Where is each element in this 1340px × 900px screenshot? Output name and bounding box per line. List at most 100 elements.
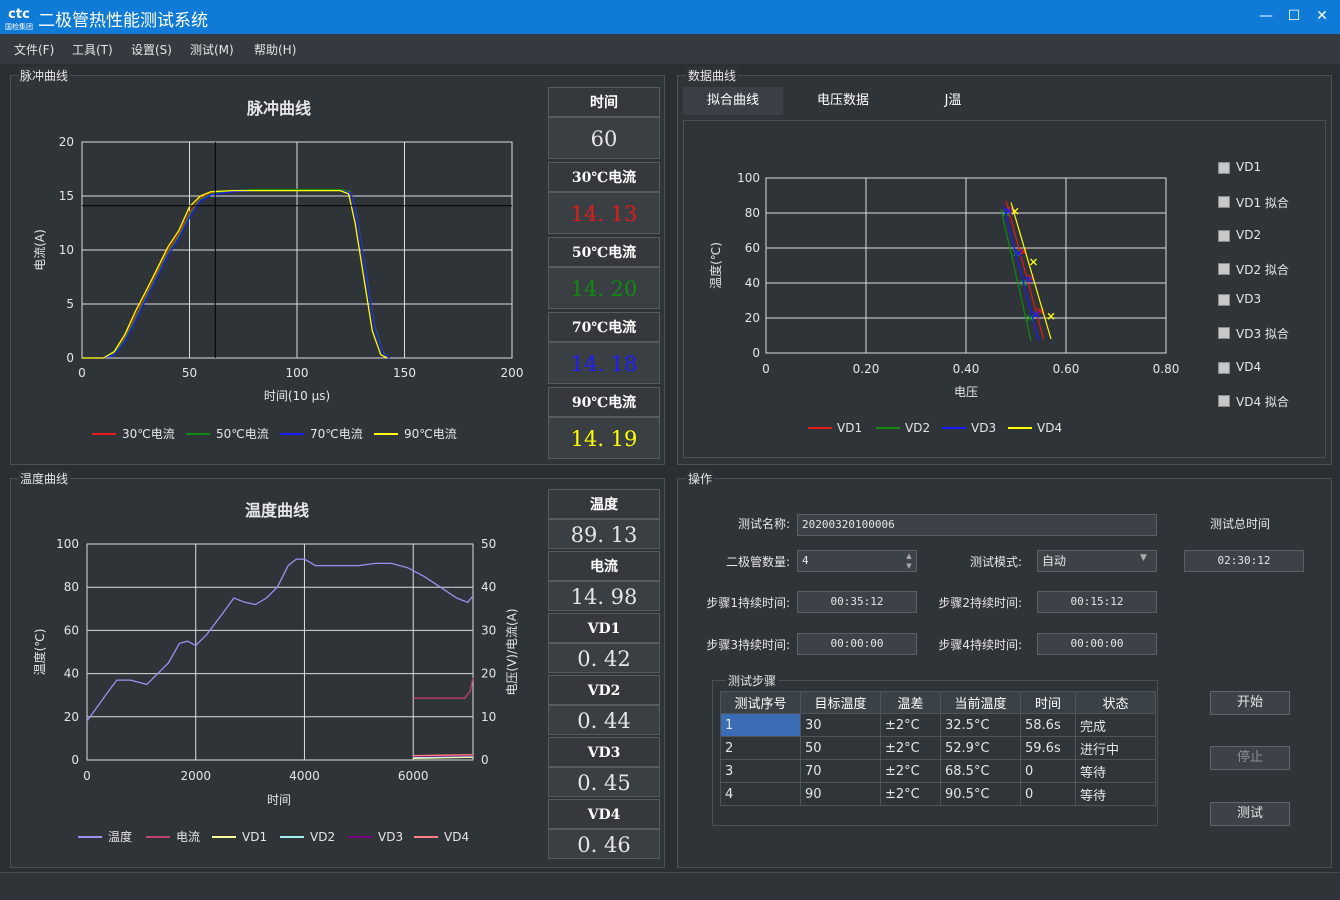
pulse-chart-area: 0 50 100 150 200 0 5 10 15 20 脉冲曲线 时间(10 μs) 电流(A) 30… bbox=[16, 88, 542, 460]
start-button[interactable]: 开始 bbox=[1210, 691, 1290, 715]
checkbox-label[interactable]: VD3 bbox=[1236, 292, 1261, 306]
temperature-group-label: 温度曲线 bbox=[18, 470, 71, 487]
table-cell[interactable]: 52.9°C bbox=[940, 736, 1021, 760]
table-cell[interactable]: 4 bbox=[720, 782, 801, 806]
checkbox-icon[interactable] bbox=[1218, 294, 1230, 306]
table-cell[interactable]: ±2°C bbox=[880, 713, 941, 737]
table-row[interactable]: 2 50 ±2°C 52.9°C 59.6s 进行中 bbox=[720, 736, 1156, 760]
diode-count-spinbox[interactable]: 4 bbox=[797, 550, 917, 572]
test-name-field[interactable]: 20200320100006 bbox=[797, 514, 1157, 536]
table-cell[interactable]: ±2°C bbox=[880, 736, 941, 760]
table-cell[interactable]: 1 bbox=[720, 713, 801, 737]
table-cell[interactable]: 32.5°C bbox=[940, 713, 1021, 737]
x-axis-label: 电压 bbox=[954, 385, 978, 399]
menu-settings[interactable]: 设置(S) bbox=[131, 41, 172, 58]
menu-help[interactable]: 帮助(H) bbox=[254, 41, 296, 58]
svg-text:ctc: ctc bbox=[8, 7, 30, 22]
y-tick-label: 0 bbox=[66, 351, 74, 365]
legend-label: VD1 bbox=[837, 421, 862, 435]
plot-frame bbox=[86, 543, 474, 761]
tab-voltage-data[interactable]: 电压数据 bbox=[793, 87, 893, 115]
table-cell[interactable]: 90.5°C bbox=[940, 782, 1021, 806]
maximize-button[interactable]: ☐ bbox=[1284, 6, 1304, 26]
y2-tick-label: 40 bbox=[481, 580, 496, 594]
column-header[interactable]: 温差 bbox=[880, 691, 941, 714]
pulse-group-label: 脉冲曲线 bbox=[18, 67, 71, 84]
menu-file[interactable]: 文件(F) bbox=[14, 41, 54, 58]
x-tick-label: 6000 bbox=[398, 769, 429, 783]
step2-duration-field[interactable]: 00:15:12 bbox=[1037, 591, 1157, 613]
table-cell[interactable]: 等待 bbox=[1075, 759, 1156, 783]
step1-duration-field[interactable]: 00:35:12 bbox=[797, 591, 917, 613]
checkbox-icon[interactable] bbox=[1218, 162, 1230, 174]
table-cell[interactable]: 58.6s bbox=[1020, 713, 1076, 737]
table-cell[interactable]: 进行中 bbox=[1075, 736, 1156, 760]
column-header[interactable]: 测试序号 bbox=[720, 691, 801, 714]
stop-button[interactable]: 停止 bbox=[1210, 746, 1290, 770]
checkbox-label[interactable]: VD1 拟合 bbox=[1236, 194, 1289, 211]
column-header[interactable]: 时间 bbox=[1020, 691, 1076, 714]
y-axis-label: 电流(A) bbox=[33, 229, 47, 271]
x-axis-label: 时间 bbox=[267, 793, 291, 807]
value-panel-value: 0. 44 bbox=[548, 705, 660, 735]
value-panel-value: 60 bbox=[548, 117, 660, 159]
temperature-chart: 0 2000 4000 6000 0 20 40 60 80 100 0 10 20 30 40 50 温度曲线… bbox=[32, 501, 519, 844]
y2-tick-label: 50 bbox=[481, 537, 496, 551]
chevron-down-icon[interactable]: ▼ bbox=[1140, 553, 1147, 563]
checkbox-label[interactable]: VD3 拟合 bbox=[1236, 325, 1289, 342]
checkbox-label[interactable]: VD4 bbox=[1236, 360, 1261, 374]
y-tick-label: 20 bbox=[745, 311, 760, 325]
checkbox-icon[interactable] bbox=[1218, 230, 1230, 242]
table-row[interactable]: 3 70 ±2°C 68.5°C 0 等待 bbox=[720, 759, 1156, 783]
checkbox-label[interactable]: VD4 拟合 bbox=[1236, 393, 1289, 410]
tab-fit-curve[interactable]: 拟合曲线 bbox=[683, 87, 783, 115]
y-axis-label: 温度(℃) bbox=[32, 629, 47, 676]
table-cell[interactable]: 30 bbox=[800, 713, 881, 737]
checkbox-icon[interactable] bbox=[1218, 196, 1230, 208]
spinbox-arrows-icon[interactable]: ▲ ▼ bbox=[902, 551, 916, 571]
close-button[interactable]: ✕ bbox=[1312, 6, 1332, 26]
menu-tools[interactable]: 工具(T) bbox=[72, 41, 113, 58]
y-tick-label: 10 bbox=[59, 243, 74, 257]
table-cell[interactable]: 3 bbox=[720, 759, 801, 783]
table-cell[interactable]: 59.6s bbox=[1020, 736, 1076, 760]
checkbox-icon[interactable] bbox=[1218, 263, 1230, 275]
checkbox-icon[interactable] bbox=[1218, 327, 1230, 339]
step4-duration-field[interactable]: 00:00:00 bbox=[1037, 633, 1157, 655]
test-button[interactable]: 测试 bbox=[1210, 802, 1290, 826]
y-tick-label: 0 bbox=[71, 753, 79, 767]
table-cell[interactable]: ±2°C bbox=[880, 759, 941, 783]
checkbox-icon[interactable] bbox=[1218, 395, 1230, 407]
table-cell[interactable]: 0 bbox=[1020, 782, 1076, 806]
table-cell[interactable]: 70 bbox=[800, 759, 881, 783]
column-header[interactable]: 当前温度 bbox=[940, 691, 1021, 714]
test-mode-select[interactable]: 自动 bbox=[1037, 550, 1157, 572]
table-cell[interactable]: 2 bbox=[720, 736, 801, 760]
checkbox-icon[interactable] bbox=[1218, 362, 1230, 374]
checkbox-label[interactable]: VD2 bbox=[1236, 228, 1261, 242]
table-cell[interactable]: 等待 bbox=[1075, 782, 1156, 806]
column-header[interactable]: 状态 bbox=[1075, 691, 1156, 714]
table-cell[interactable]: 68.5°C bbox=[940, 759, 1021, 783]
step3-duration-field[interactable]: 00:00:00 bbox=[797, 633, 917, 655]
column-header[interactable]: 目标温度 bbox=[800, 691, 881, 714]
checkbox-label[interactable]: VD2 拟合 bbox=[1236, 261, 1289, 278]
legend-label: 70℃电流 bbox=[310, 427, 363, 441]
value-panel-header: VD3 bbox=[548, 737, 660, 767]
table-row[interactable]: 1 30 ±2°C 32.5°C 58.6s 完成 bbox=[720, 713, 1156, 737]
checkbox-label[interactable]: VD1 bbox=[1236, 160, 1261, 174]
minimize-button[interactable]: — bbox=[1256, 6, 1276, 26]
value-panel-header: 30℃电流 bbox=[548, 162, 660, 192]
value-panel-value: 89. 13 bbox=[548, 519, 660, 549]
table-row[interactable]: 4 90 ±2°C 90.5°C 0 等待 bbox=[720, 782, 1156, 806]
tab-junction-temp[interactable]: J温 bbox=[903, 87, 1003, 115]
menu-bar: 文件(F) 工具(T) 设置(S) 测试(M) 帮助(H) bbox=[0, 34, 1340, 64]
table-cell[interactable]: 90 bbox=[800, 782, 881, 806]
table-cell[interactable]: 完成 bbox=[1075, 713, 1156, 737]
total-time-field: 02:30:12 bbox=[1184, 550, 1304, 572]
table-cell[interactable]: ±2°C bbox=[880, 782, 941, 806]
legend-label: VD4 bbox=[444, 830, 469, 844]
table-cell[interactable]: 0 bbox=[1020, 759, 1076, 783]
menu-test[interactable]: 测试(M) bbox=[190, 41, 234, 58]
table-cell[interactable]: 50 bbox=[800, 736, 881, 760]
